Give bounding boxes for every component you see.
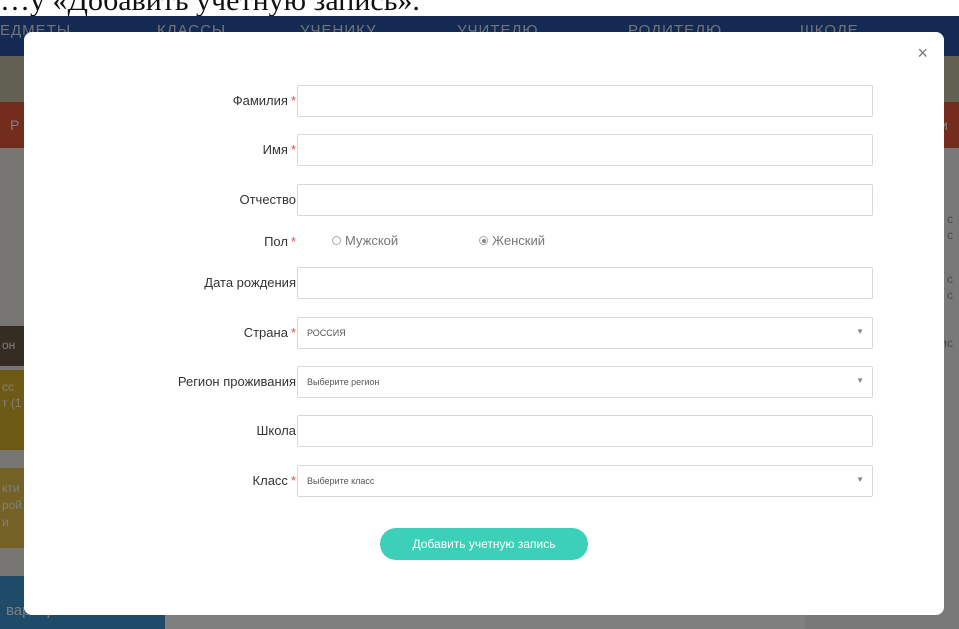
- required-mark: *: [290, 142, 296, 157]
- name-row: Имя *: [24, 134, 944, 166]
- chevron-down-icon: ▼: [856, 327, 864, 336]
- birthdate-input[interactable]: [297, 267, 873, 299]
- patronymic-label: Отчество: [239, 192, 296, 207]
- document-heading: …у «Добавить учетную запись».: [0, 0, 959, 16]
- surname-row: Фамилия *: [24, 85, 944, 117]
- school-label: Школа: [256, 423, 296, 438]
- gender-female-radio[interactable]: Женский: [479, 233, 545, 248]
- class-select[interactable]: Выберите класс ▼: [297, 465, 873, 497]
- gender-male-label: Мужской: [345, 233, 399, 248]
- region-row: Регион проживания Выберите регион ▼: [24, 366, 944, 398]
- gender-row: Пол * Мужской Женский: [24, 226, 944, 258]
- region-value: Выберите регион: [307, 377, 380, 387]
- add-account-modal: × Фамилия * Имя * Отчество Пол * Мужской Же…: [24, 32, 944, 615]
- country-label-text: Страна: [243, 325, 288, 340]
- gender-male-radio[interactable]: Мужской: [332, 233, 398, 248]
- class-row: Класс * Выберите класс ▼: [24, 465, 944, 497]
- school-row: Школа: [24, 415, 944, 447]
- add-account-button[interactable]: Добавить учетную запись: [380, 528, 588, 560]
- required-mark: *: [290, 325, 296, 340]
- class-value: Выберите класс: [307, 476, 375, 486]
- radio-unchecked-icon: [332, 236, 341, 246]
- region-select[interactable]: Выберите регион ▼: [297, 366, 873, 398]
- birthdate-label: Дата рождения: [204, 275, 296, 290]
- school-input[interactable]: [297, 415, 873, 447]
- country-value: РОССИЯ: [307, 328, 346, 338]
- gender-label: Пол *: [264, 234, 296, 249]
- chevron-down-icon: ▼: [856, 475, 864, 484]
- patronymic-row: Отчество: [24, 184, 944, 216]
- surname-label-text: Фамилия: [232, 93, 288, 108]
- class-label-text: Класс: [252, 473, 288, 488]
- gender-female-label: Женский: [492, 233, 545, 248]
- surname-label: Фамилия *: [233, 93, 296, 108]
- name-input[interactable]: [297, 134, 873, 166]
- birthdate-row: Дата рождения: [24, 267, 944, 299]
- name-label-text: Имя: [262, 142, 288, 157]
- patronymic-input[interactable]: [297, 184, 873, 216]
- region-label: Регион проживания: [177, 374, 296, 389]
- country-select[interactable]: РОССИЯ ▼: [297, 317, 873, 349]
- country-label: Страна *: [244, 325, 296, 340]
- gender-label-text: Пол: [264, 234, 288, 249]
- class-label: Класс *: [253, 473, 296, 488]
- required-mark: *: [290, 473, 296, 488]
- name-label: Имя *: [263, 142, 296, 157]
- required-mark: *: [290, 93, 296, 108]
- country-row: Страна * РОССИЯ ▼: [24, 317, 944, 349]
- close-icon[interactable]: ×: [917, 44, 928, 62]
- surname-input[interactable]: [297, 85, 873, 117]
- radio-checked-icon: [479, 236, 488, 246]
- chevron-down-icon: ▼: [856, 376, 864, 385]
- required-mark: *: [290, 234, 296, 249]
